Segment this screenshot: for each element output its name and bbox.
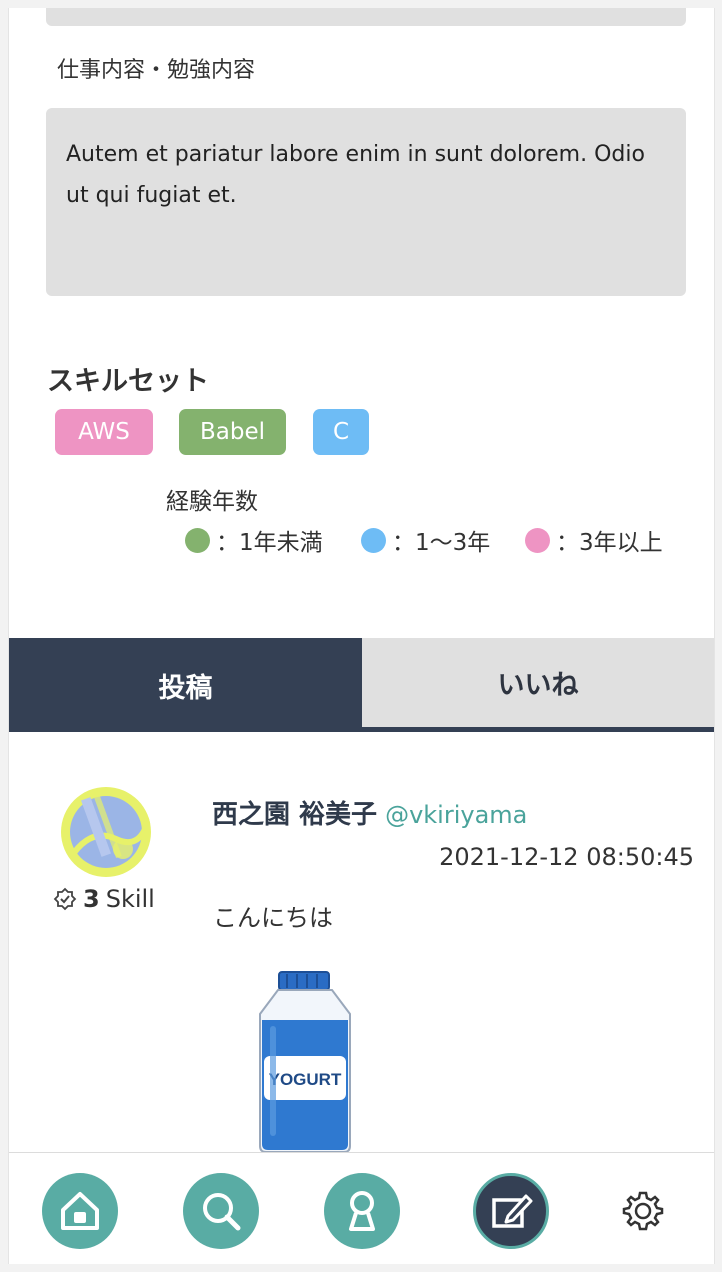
skill-count-number: 3 xyxy=(83,885,100,913)
avatar[interactable] xyxy=(61,787,151,877)
settings-icon xyxy=(622,1191,664,1231)
legend-item-under-1yr: ：1年未満 xyxy=(185,525,323,556)
nav-new-post-button[interactable] xyxy=(473,1173,549,1249)
post-author[interactable]: 西之園 裕美子 @vkiriyama xyxy=(212,794,527,831)
nav-home-button[interactable] xyxy=(42,1173,118,1249)
work-content-box: Autem et pariatur labore enim in sunt do… xyxy=(46,108,686,296)
home-icon xyxy=(61,1192,99,1230)
legend-label: ：1年未満 xyxy=(216,530,323,556)
bottom-navigation xyxy=(9,1152,714,1264)
profile-icon xyxy=(349,1191,375,1231)
post-timestamp: 2021-12-12 08:50:45 xyxy=(439,843,694,871)
experience-legend: ：1年未満 ：1〜3年 ：3年以上 xyxy=(9,525,714,556)
skillset-heading: スキルセット xyxy=(47,366,209,397)
legend-dot-pink xyxy=(525,527,550,553)
search-icon xyxy=(203,1193,241,1231)
post-edit-icon xyxy=(492,1194,533,1228)
post-body: こんにちは xyxy=(213,904,333,932)
nav-search-button[interactable] xyxy=(183,1173,259,1249)
post-author-name[interactable]: 西之園 裕美子 xyxy=(212,800,377,830)
yogurt-label-text: YOGURT xyxy=(269,1070,342,1089)
legend-item-over-3yr: ：3年以上 xyxy=(525,525,663,556)
nav-settings-button[interactable] xyxy=(605,1173,681,1249)
badge-check-icon xyxy=(53,887,77,911)
profile-page: 仕事内容・勉強内容 Autem et pariatur labore enim … xyxy=(8,8,715,1264)
previous-field-box xyxy=(46,8,686,26)
legend-dot-green xyxy=(185,527,210,553)
skill-chip-c[interactable]: C xyxy=(313,409,369,455)
post-image-yogurt-bottle[interactable]: YOGURT xyxy=(254,970,356,1154)
nav-profile-button[interactable] xyxy=(324,1173,400,1249)
skill-count-suffix: Skill xyxy=(105,885,155,913)
legend-label: ：3年以上 xyxy=(556,530,663,556)
tab-likes[interactable]: いいね xyxy=(362,638,714,732)
experience-legend-title: 経験年数 xyxy=(166,489,258,515)
tab-posts[interactable]: 投稿 xyxy=(9,638,362,732)
legend-item-1-3yr: ：1〜3年 xyxy=(361,525,491,556)
legend-dot-blue xyxy=(361,527,386,553)
skill-chip-aws[interactable]: AWS xyxy=(55,409,153,455)
profile-tabs: 投稿 いいね xyxy=(9,638,714,732)
post-author-handle[interactable]: @vkiriyama xyxy=(385,801,527,829)
legend-label: ：1〜3年 xyxy=(392,530,491,556)
work-section-label: 仕事内容・勉強内容 xyxy=(57,58,256,83)
skill-chip-babel[interactable]: Babel xyxy=(179,409,286,455)
post-skill-count: 3 Skill xyxy=(53,885,155,913)
